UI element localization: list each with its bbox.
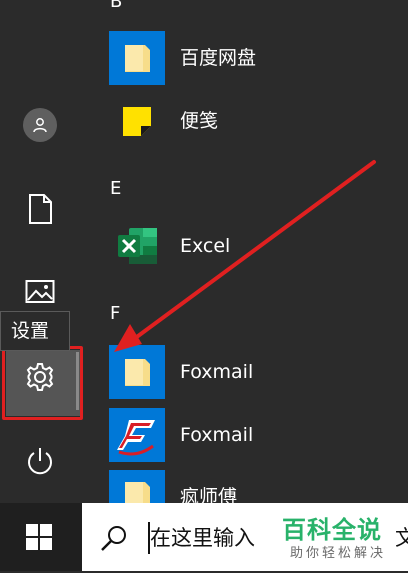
search-trailing-text: 文 [395, 526, 408, 550]
watermark: 百科全说 助你轻松解决 [276, 510, 396, 566]
search-placeholder: 在这里输入 [150, 526, 255, 550]
watermark-title: 百科全说 [282, 516, 382, 544]
watermark-subtitle: 助你轻松解决 [290, 546, 387, 561]
windows-logo-icon [26, 524, 52, 550]
annotation-arrow [114, 160, 376, 352]
start-button[interactable] [0, 503, 78, 571]
search-icon [101, 526, 126, 551]
